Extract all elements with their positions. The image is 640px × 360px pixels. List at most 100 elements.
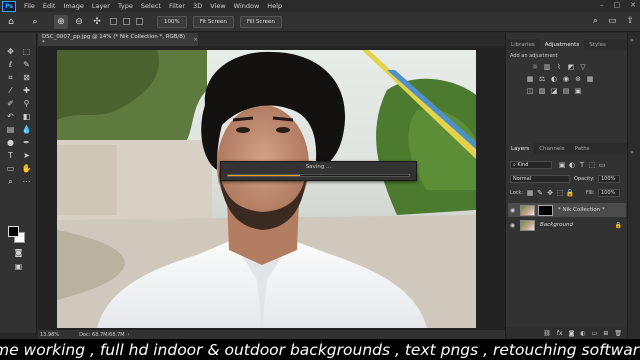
tab-layers[interactable]: Layers <box>506 143 535 154</box>
tab-libraries[interactable]: Libraries <box>506 39 540 50</box>
tab-paths[interactable]: Paths <box>570 143 595 154</box>
threshold-icon[interactable]: ◪ <box>550 87 558 95</box>
workspace-icon[interactable]: ▭ <box>608 16 617 26</box>
filter-type-icon[interactable]: T <box>578 161 586 169</box>
channel-mixer-icon[interactable]: ⊛ <box>574 75 582 83</box>
chevron-right-icon[interactable]: › <box>128 332 130 338</box>
filter-shape-icon[interactable]: ⬚ <box>588 161 596 169</box>
canvas-area[interactable] <box>38 46 505 330</box>
selective-color-icon[interactable]: ▣ <box>574 87 582 95</box>
layer-row-nik-collection[interactable]: ◉ * Nik Collection * <box>508 203 626 217</box>
menu-3d[interactable]: 3D <box>193 2 202 10</box>
menu-filter[interactable]: Filter <box>169 2 185 10</box>
opacity-field[interactable]: 100% <box>598 175 620 183</box>
color-lookup-icon[interactable]: ▦ <box>586 75 594 83</box>
blur-tool-icon[interactable]: 💧 <box>21 124 32 135</box>
frame-tool-icon[interactable]: ⊠ <box>21 72 32 83</box>
menu-edit[interactable]: Edit <box>43 2 56 10</box>
filter-pixel-icon[interactable]: ▣ <box>558 161 566 169</box>
filter-adjustment-icon[interactable]: ◐ <box>568 161 576 169</box>
rectangle-tool-icon[interactable]: ▭ <box>5 163 16 174</box>
menu-file[interactable]: File <box>24 2 35 10</box>
exposure-icon[interactable]: ◩ <box>567 63 575 71</box>
history-brush-tool-icon[interactable]: ↶ <box>5 111 16 122</box>
dodge-tool-icon[interactable]: ● <box>5 137 16 148</box>
maximize-button[interactable]: □ <box>614 1 621 9</box>
filter-smart-icon[interactable]: ▭ <box>598 161 606 169</box>
tab-channels[interactable]: Channels <box>534 143 569 154</box>
more-tools-icon[interactable]: ⋯ <box>21 176 32 187</box>
gradient-tool-icon[interactable]: ▤ <box>5 124 16 135</box>
close-window-button[interactable]: ✕ <box>630 1 636 9</box>
type-tool-icon[interactable]: T <box>5 150 16 161</box>
quick-select-tool-icon[interactable]: ✎ <box>21 59 32 70</box>
menu-window[interactable]: Window <box>234 2 260 10</box>
levels-icon[interactable]: ▥ <box>543 63 551 71</box>
screen-mode-icon[interactable]: ▣ <box>13 261 24 272</box>
brightness-icon[interactable]: ☼ <box>531 63 539 71</box>
foreground-color-swatch[interactable] <box>8 226 19 237</box>
layer-mask-thumbnail[interactable] <box>538 204 553 216</box>
curves-icon[interactable]: ⌇ <box>555 63 563 71</box>
brush-tool-icon[interactable]: ✐ <box>5 98 16 109</box>
move-tool-icon[interactable]: ✥ <box>5 46 16 57</box>
fx-icon[interactable]: fx <box>557 330 563 337</box>
share-icon[interactable]: ⇪ <box>626 16 634 26</box>
zoom-100-button[interactable]: 100% <box>157 15 187 28</box>
group-icon[interactable]: ▭ <box>592 330 598 337</box>
adjustment-layer-icon[interactable]: ◐ <box>580 330 585 337</box>
search-icon[interactable]: ⌕ <box>593 16 598 26</box>
eraser-tool-icon[interactable]: ◧ <box>21 111 32 122</box>
fill-field[interactable]: 100% <box>598 189 620 197</box>
scrubby-zoom-icon[interactable]: ✣ <box>90 15 104 29</box>
lock-transparent-icon[interactable]: ▦ <box>526 189 534 197</box>
menu-image[interactable]: Image <box>63 2 83 10</box>
link-icon[interactable]: ⛓ <box>543 330 551 337</box>
menu-type[interactable]: Type <box>118 2 133 10</box>
blend-mode-select[interactable]: Normal <box>510 175 570 183</box>
menu-view[interactable]: View <box>210 2 225 10</box>
hue-saturation-icon[interactable]: ▦ <box>526 75 534 83</box>
collapse-icon[interactable]: » <box>630 37 634 44</box>
layer-filter-kind[interactable]: ⌕ Kind <box>510 161 552 169</box>
add-mask-icon[interactable]: ◙ <box>569 330 575 337</box>
lock-all-icon[interactable]: 🔒 <box>566 189 575 197</box>
clone-stamp-tool-icon[interactable]: ⚲ <box>21 98 32 109</box>
eye-icon[interactable]: ◉ <box>508 207 517 214</box>
photo-filter-icon[interactable]: ◉ <box>562 75 570 83</box>
hand-tool-icon[interactable]: ✋ <box>21 163 32 174</box>
photo-canvas[interactable] <box>57 50 476 328</box>
vibrance-icon[interactable]: ▽ <box>579 63 587 71</box>
layer-row-background[interactable]: ◉ Background 🔒 <box>508 218 626 232</box>
tab-styles[interactable]: Styles <box>584 39 611 50</box>
zoom-level[interactable]: 13.98% <box>40 332 59 338</box>
minimize-button[interactable]: – <box>600 1 604 9</box>
fill-screen-button[interactable]: Fill Screen <box>239 15 282 28</box>
menu-select[interactable]: Select <box>141 2 161 10</box>
gradient-map-icon[interactable]: ▤ <box>562 87 570 95</box>
healing-brush-tool-icon[interactable]: ✚ <box>21 85 32 96</box>
document-tab[interactable]: DSC_0007_pp.jpg @ 14% (* Nik Collection … <box>38 33 198 46</box>
home-icon[interactable]: ⌂ <box>4 15 18 29</box>
black-white-icon[interactable]: ◐ <box>550 75 558 83</box>
zoom-tool-icon[interactable]: ⌕ <box>5 176 16 187</box>
eye-icon[interactable]: ◉ <box>508 222 517 229</box>
lasso-tool-icon[interactable]: ℓ <box>5 59 16 70</box>
lock-position-icon[interactable]: ✥ <box>546 189 554 197</box>
trash-icon[interactable]: 🗑 <box>614 330 622 337</box>
lock-image-icon[interactable]: ✎ <box>536 189 544 197</box>
pen-tool-icon[interactable]: ✒ <box>21 137 32 148</box>
eyedropper-tool-icon[interactable]: ⁄ <box>5 85 16 96</box>
color-balance-icon[interactable]: ⚖ <box>538 75 546 83</box>
scrubby-zoom-checkbox[interactable] <box>136 18 143 25</box>
menu-help[interactable]: Help <box>267 2 282 10</box>
zoom-all-windows-checkbox[interactable] <box>123 18 130 25</box>
lock-artboard-icon[interactable]: ⬚ <box>556 189 564 197</box>
crop-tool-icon[interactable]: ⌗ <box>5 72 16 83</box>
fit-screen-button[interactable]: Fit Screen <box>192 15 234 28</box>
path-selection-tool-icon[interactable]: ➤ <box>21 150 32 161</box>
tab-adjustments[interactable]: Adjustments <box>539 39 585 50</box>
invert-icon[interactable]: ◫ <box>526 87 534 95</box>
quick-mask-icon[interactable]: ◙ <box>13 247 24 258</box>
zoom-out-icon[interactable]: ⊖ <box>72 15 86 29</box>
